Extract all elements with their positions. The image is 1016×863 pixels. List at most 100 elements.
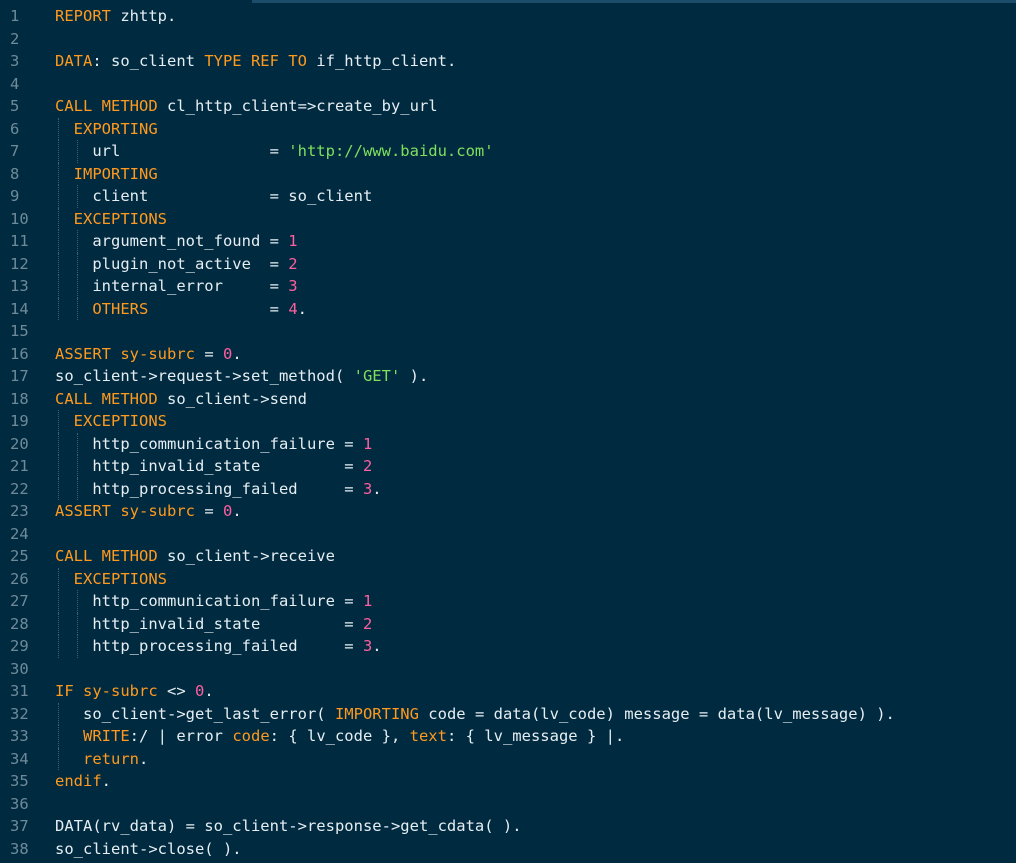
code-text: http_processing_failed = 3.: [55, 635, 381, 658]
code-line[interactable]: 25 CALL METHOD so_client->receive: [0, 545, 1016, 568]
keyword-token: code: [232, 727, 270, 745]
code-line[interactable]: 1 REPORT zhttp.: [0, 5, 1016, 28]
line-number: 32: [10, 704, 29, 723]
code-line[interactable]: 17 so_client->request->set_method( 'GET' …: [0, 365, 1016, 388]
code-line[interactable]: 34 return.: [0, 747, 1016, 771]
line-number: 18: [10, 389, 29, 408]
code-line[interactable]: 22 http_processing_failed = 3.: [0, 477, 1016, 500]
code-token: =: [195, 344, 223, 363]
code-token: http_communication_failure =: [55, 434, 363, 453]
number-token: 1: [362, 434, 373, 453]
line-number: 14: [10, 299, 29, 318]
code-line[interactable]: 24: [0, 523, 1016, 546]
line-number: 37: [10, 817, 29, 835]
keyword-token: IMPORTING: [334, 704, 419, 723]
code-text: http_invalid_state = 2: [55, 455, 372, 478]
code-line[interactable]: 16 ASSERT sy-subrc = 0.: [0, 343, 1016, 366]
line-number: 11: [10, 232, 29, 250]
code-token: <>: [157, 682, 195, 700]
number-token: 1: [362, 592, 373, 610]
code-text: EXPORTING: [55, 118, 158, 141]
code-line[interactable]: 3 DATA: so_client TYPE REF TO if_http_cli…: [0, 50, 1016, 73]
code-text: WRITE:/ | error code: { lv_code }, text:…: [55, 725, 624, 748]
code-token: http_invalid_state =: [55, 457, 363, 475]
code-token: .: [204, 682, 214, 700]
code-token: =: [195, 502, 223, 520]
keyword-token: TYPE REF TO: [204, 52, 307, 70]
code-line[interactable]: 31 IF sy-subrc <> 0.: [0, 680, 1016, 703]
line-number: 35: [10, 772, 29, 790]
code-token: http_invalid_state =: [55, 614, 363, 633]
code-token: : so_client: [92, 52, 205, 70]
code-line[interactable]: 14 OTHERS = 4.: [0, 297, 1016, 320]
code-line[interactable]: 38 so_client->close( ).: [0, 838, 1016, 861]
keyword-token: sy-subrc: [83, 682, 158, 700]
code-line[interactable]: 13 internal_error = 3: [0, 275, 1016, 298]
code-line[interactable]: 10 EXCEPTIONS: [0, 207, 1016, 230]
number-token: 0: [223, 344, 233, 363]
number-token: 2: [362, 457, 373, 475]
line-number: 28: [10, 614, 29, 633]
code-token: :/ | error: [129, 727, 233, 745]
code-line[interactable]: 5 CALL METHOD cl_http_client=>create_by_u…: [0, 95, 1016, 118]
code-line[interactable]: 21 http_invalid_state = 2: [0, 455, 1016, 478]
code-line[interactable]: 32 so_client->get_last_error( IMPORTING …: [0, 702, 1016, 725]
keyword-token: EXCEPTIONS: [73, 569, 167, 588]
code-line[interactable]: 8 IMPORTING: [0, 162, 1016, 186]
code-line[interactable]: 20 http_communication_failure = 1: [0, 432, 1016, 455]
code-text: return.: [55, 748, 148, 771]
code-token: argument_not_found =: [55, 232, 289, 250]
code-token: .: [101, 772, 112, 790]
code-line[interactable]: 19 EXCEPTIONS: [0, 410, 1016, 433]
code-text: so_client->close( ).: [55, 838, 242, 861]
code-text: so_client->request->set_method( 'GET' ).: [55, 365, 428, 388]
code-line[interactable]: 36: [0, 793, 1016, 816]
code-editor[interactable]: 1 REPORT zhttp. 2 3 DATA: so_client TYPE REF…: [0, 0, 1016, 863]
code-token: so_client->close( ).: [55, 839, 242, 858]
code-line[interactable]: 9 client = so_client: [0, 185, 1016, 208]
line-number: 15: [10, 322, 29, 340]
code-line[interactable]: 37 DATA(rv_data) = so_client->response->g…: [0, 815, 1016, 838]
code-text: IMPORTING: [55, 163, 158, 186]
code-text: http_invalid_state = 2: [55, 613, 372, 636]
code-line[interactable]: 35 endif.: [0, 770, 1016, 793]
code-line[interactable]: 2: [0, 28, 1016, 51]
code-line[interactable]: 23 ASSERT sy-subrc = 0.: [0, 500, 1016, 523]
code-line[interactable]: 28 http_invalid_state = 2: [0, 612, 1016, 636]
keyword-token: WRITE: [83, 727, 130, 745]
line-number: 25: [10, 547, 29, 565]
code-text: DATA: so_client TYPE REF TO if_http_clie…: [55, 50, 456, 73]
code-lines[interactable]: 1 REPORT zhttp. 2 3 DATA: so_client TYPE REF…: [0, 5, 1016, 860]
code-line[interactable]: 15: [0, 320, 1016, 343]
keyword-token: sy-subrc: [120, 344, 195, 363]
line-number: 31: [10, 682, 29, 700]
code-line[interactable]: 26 EXCEPTIONS: [0, 567, 1016, 590]
code-line[interactable]: 7 url = 'http://www.baidu.com': [0, 140, 1016, 163]
code-line[interactable]: 4: [0, 73, 1016, 96]
keyword-token: IF: [55, 682, 74, 700]
keyword-token: DATA: [55, 52, 93, 70]
code-line[interactable]: 11 argument_not_found = 1: [0, 230, 1016, 253]
line-number: 3: [10, 52, 20, 70]
code-line[interactable]: 33 WRITE:/ | error code: { lv_code }, te…: [0, 725, 1016, 748]
keyword-token: CALL METHOD: [55, 389, 158, 408]
code-line[interactable]: 18 CALL METHOD so_client->send: [0, 388, 1016, 411]
code-text: ASSERT sy-subrc = 0.: [55, 500, 242, 523]
code-line[interactable]: 29 http_processing_failed = 3.: [0, 635, 1016, 658]
code-line[interactable]: 12 plugin_not_active = 2: [0, 252, 1016, 275]
number-token: 4: [288, 299, 298, 318]
code-line[interactable]: 6 EXPORTING: [0, 117, 1016, 141]
code-line[interactable]: 27 http_communication_failure = 1: [0, 590, 1016, 613]
code-token: ).: [400, 367, 429, 385]
code-line[interactable]: 30: [0, 658, 1016, 681]
line-number: 29: [10, 637, 29, 655]
keyword-token: CALL METHOD: [55, 547, 158, 565]
keyword-token: OTHERS: [92, 299, 149, 318]
keyword-token: EXCEPTIONS: [73, 412, 167, 430]
code-token: internal_error =: [55, 277, 289, 295]
string-token: 'http://www.baidu.com': [288, 142, 494, 160]
keyword-token: text: [409, 727, 447, 745]
